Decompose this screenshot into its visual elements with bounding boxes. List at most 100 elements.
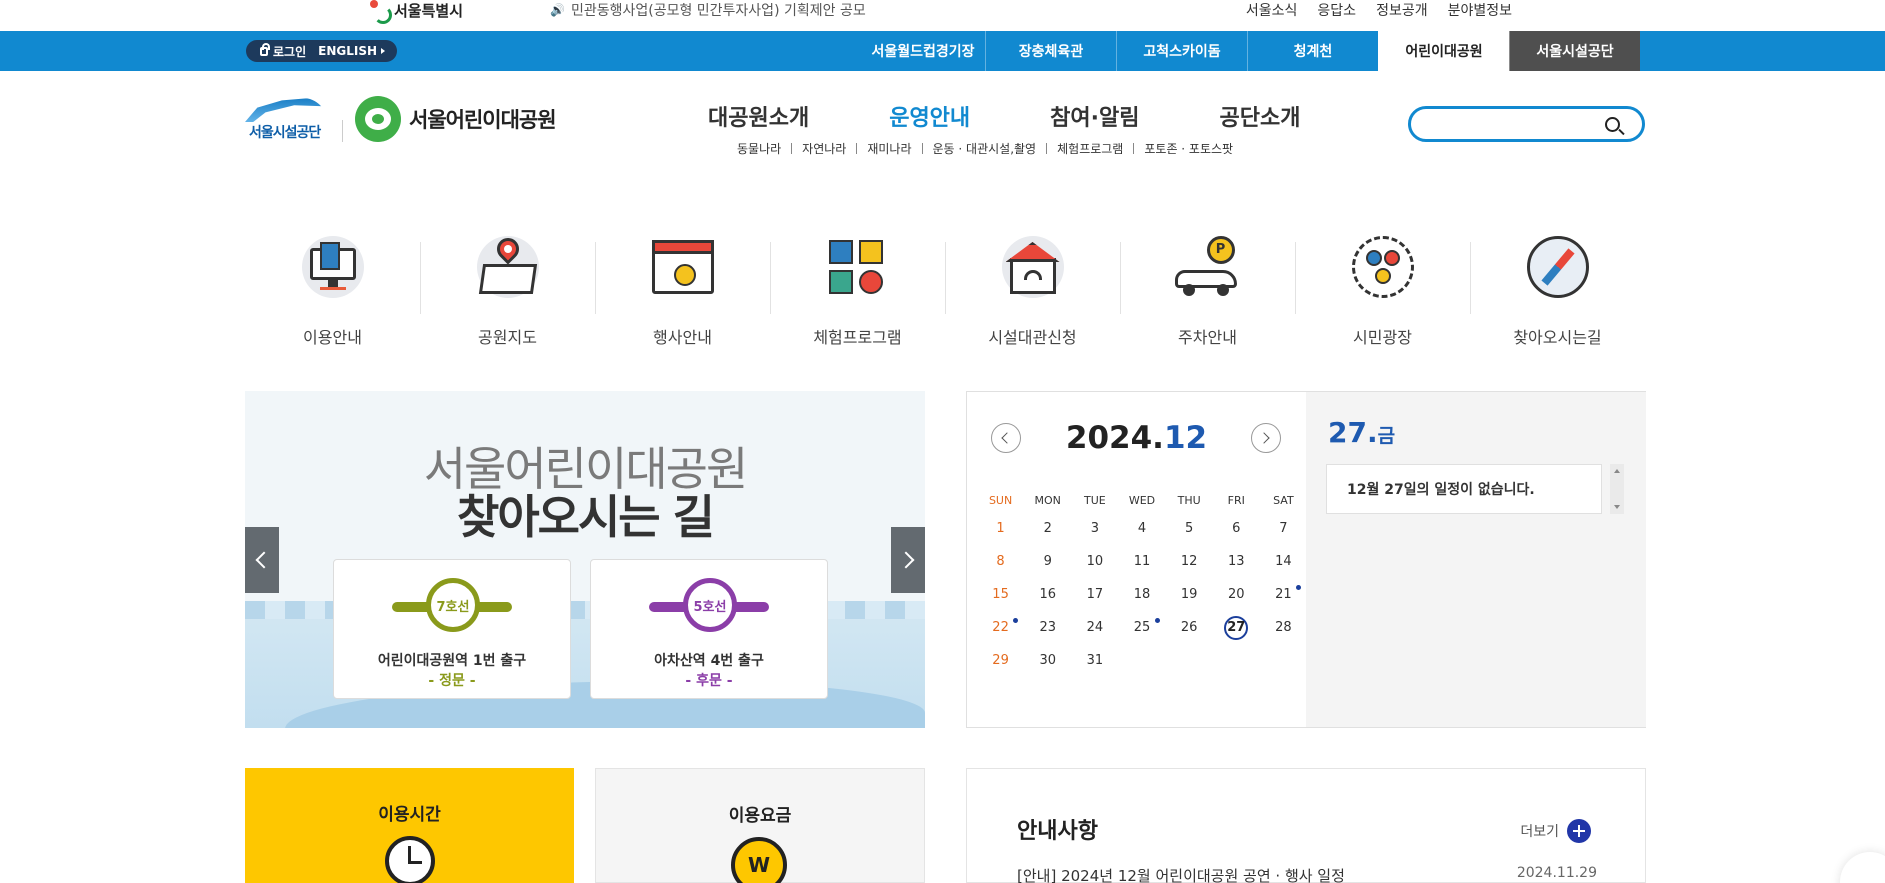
quick-experience-program[interactable]: 체험프로그램 (770, 230, 945, 350)
nav-corp-intro[interactable]: 공단소개 (1220, 100, 1301, 132)
calendar-week: 1 2 3 4 5 6 7 (977, 512, 1307, 545)
weekday-label: WED (1128, 493, 1156, 507)
banner-next-button[interactable] (891, 527, 925, 593)
calendar-day[interactable]: 17 (1071, 587, 1118, 602)
calendar-day[interactable]: 29 (977, 653, 1024, 668)
sub-nav-fun[interactable]: 재미나라 (867, 140, 911, 157)
calendar-day[interactable]: 8 (977, 554, 1024, 569)
calendar-day[interactable]: 30 (1024, 653, 1071, 668)
search-icon[interactable] (1605, 117, 1620, 132)
calendar-day[interactable]: 24 (1071, 620, 1118, 635)
quick-directions[interactable]: 찾아오시는길 (1470, 230, 1645, 350)
sub-nav-divider (791, 143, 793, 154)
calendar-day[interactable]: 14 (1260, 554, 1307, 569)
calendar-day[interactable]: 16 (1024, 587, 1071, 602)
calendar-widget: 2024.12 SUN MON TUE WED THU FRI SAT 1 2 … (966, 391, 1646, 728)
calendar-day[interactable]: 3 (1071, 521, 1118, 536)
selected-date: 27.금 (1328, 416, 1395, 449)
english-button[interactable]: ENGLISH (318, 44, 397, 58)
tab-cheonggyecheon[interactable]: 청계천 (1247, 31, 1378, 71)
sub-nav-divider (1133, 143, 1135, 154)
sub-nav-animal[interactable]: 동물나라 (737, 140, 781, 157)
calendar-day[interactable]: 19 (1166, 587, 1213, 602)
calendar-day[interactable]: 20 (1213, 587, 1260, 602)
seoul-facilities-logo[interactable]: 서울시설공단 (245, 98, 327, 142)
nav-participation[interactable]: 참여·알림 (1050, 100, 1139, 132)
calendar-day[interactable]: 31 (1071, 653, 1118, 668)
calendar-day[interactable]: 18 (1118, 587, 1165, 602)
notice-item-title: [안내] 2024년 12월 어린이대공원 공연 · 행사 일정 (1017, 867, 1345, 883)
sub-nav-sports-rental[interactable]: 운동 · 대관시설,촬영 (933, 140, 1037, 157)
util-link-field-info[interactable]: 분야별정보 (1448, 0, 1512, 20)
quick-facility-rental[interactable]: 시설대관신청 (945, 230, 1120, 350)
sub-nav-divider (856, 143, 858, 154)
calendar-day[interactable]: 2 (1024, 521, 1071, 536)
quick-usage-guide[interactable]: 이용안내 (245, 230, 420, 350)
nav-park-intro[interactable]: 대공원소개 (708, 100, 809, 132)
sub-nav: 동물나라 자연나라 재미나라 운동 · 대관시설,촬영 체험프로그램 포토존 ·… (737, 140, 1233, 157)
tab-gocheok-skydome[interactable]: 고척스카이돔 (1116, 31, 1247, 71)
calendar-day-event[interactable]: 25 (1118, 618, 1165, 635)
hours-title: 이용시간 (378, 805, 441, 825)
calendar-day[interactable]: 23 (1024, 620, 1071, 635)
calendar-day[interactable]: 26 (1166, 620, 1213, 635)
quick-label: 체험프로그램 (813, 328, 902, 347)
util-link-info[interactable]: 정보공개 (1376, 0, 1428, 20)
calendar-day-today[interactable]: 27 (1213, 615, 1260, 640)
quick-parking-guide[interactable]: P 주차안내 (1120, 230, 1295, 350)
directions-banner[interactable]: 서울어린이대공원 찾아오시는 길 7호선 어린이대공원역 1번 출구 - 정문 … (245, 391, 925, 728)
sub-nav-nature[interactable]: 자연나라 (802, 140, 846, 157)
calendar-day[interactable]: 5 (1166, 521, 1213, 536)
util-link-news[interactable]: 서울소식 (1246, 0, 1298, 20)
login-pill: 로그인 ENGLISH (246, 40, 398, 62)
schedule-panel: 27.금 12월 27일의 일정이 없습니다. (1306, 392, 1646, 727)
calendar-day[interactable]: 10 (1071, 554, 1118, 569)
schedule-scrollbar[interactable] (1610, 464, 1624, 514)
login-button[interactable]: 로그인 (246, 42, 318, 60)
fees-card[interactable]: 이용요금 W (595, 768, 925, 883)
more-button[interactable]: 더보기 (1520, 819, 1591, 843)
search-box (1408, 106, 1645, 142)
calendar-day-event[interactable]: 21 (1260, 585, 1307, 602)
calendar-month: 12 (1163, 420, 1208, 456)
quick-citizen-square[interactable]: 시민광장 (1295, 230, 1470, 350)
seoul-logo[interactable]: 서울특별시 (368, 0, 463, 24)
org-logo-text: 서울시설공단 (249, 125, 321, 141)
banner-prev-button[interactable] (245, 527, 279, 593)
quick-event-guide[interactable]: 행사안내 (595, 230, 770, 350)
quick-label: 시설대관신청 (988, 328, 1077, 347)
calendar-day[interactable]: 9 (1024, 554, 1071, 569)
sub-nav-photo-zone[interactable]: 포토존 · 포토스팟 (1144, 140, 1233, 157)
hours-card[interactable]: 이용시간 (245, 768, 574, 883)
tab-worldcup-stadium[interactable]: 서울월드컵경기장 (861, 31, 985, 71)
tab-childrens-park[interactable]: 어린이대공원 (1378, 31, 1509, 71)
calendar-title: 2024.12 (967, 420, 1306, 456)
station-name: 아차산역 4번 출구 (654, 653, 764, 669)
calendar-day[interactable]: 1 (977, 521, 1024, 536)
calendar-day[interactable]: 12 (1166, 554, 1213, 569)
nav-operation-guide[interactable]: 운영안내 (889, 100, 970, 132)
notice-item[interactable]: [안내] 2024년 12월 어린이대공원 공연 · 행사 일정 2024.11… (1017, 865, 1597, 883)
sub-nav-divider (1046, 143, 1048, 154)
sub-nav-programs[interactable]: 체험프로그램 (1057, 140, 1123, 157)
calendar-day-event[interactable]: 22 (977, 618, 1024, 635)
calendar-day[interactable]: 4 (1118, 521, 1165, 536)
search-input[interactable] (1425, 109, 1605, 139)
tab-jangchung-arena[interactable]: 장충체육관 (985, 31, 1116, 71)
calendar-week: 22 23 24 25 26 27 28 (977, 611, 1307, 644)
calendar-day[interactable]: 28 (1260, 620, 1307, 635)
quick-park-map[interactable]: 공원지도 (420, 230, 595, 350)
tab-seoul-facilities[interactable]: 서울시설공단 (1509, 31, 1640, 71)
util-link-response[interactable]: 응답소 (1317, 0, 1356, 20)
more-label: 더보기 (1520, 824, 1559, 840)
calendar-day[interactable]: 7 (1260, 521, 1307, 536)
top-notice[interactable]: 🔊 민관동행사업(공모형 민간투자사업) 기획제안 공모 (550, 0, 866, 20)
calendar-day[interactable]: 13 (1213, 554, 1260, 569)
calendar-day[interactable]: 6 (1213, 521, 1260, 536)
gate-label: - 정문 - (428, 673, 476, 689)
calendar-day[interactable]: 11 (1118, 554, 1165, 569)
floating-button[interactable] (1840, 852, 1885, 883)
park-logo[interactable]: 서울어린이대공원 (355, 96, 557, 142)
calendar-day[interactable]: 15 (977, 587, 1024, 602)
subway-card-line7: 7호선 어린이대공원역 1번 출구 - 정문 - (333, 559, 571, 699)
